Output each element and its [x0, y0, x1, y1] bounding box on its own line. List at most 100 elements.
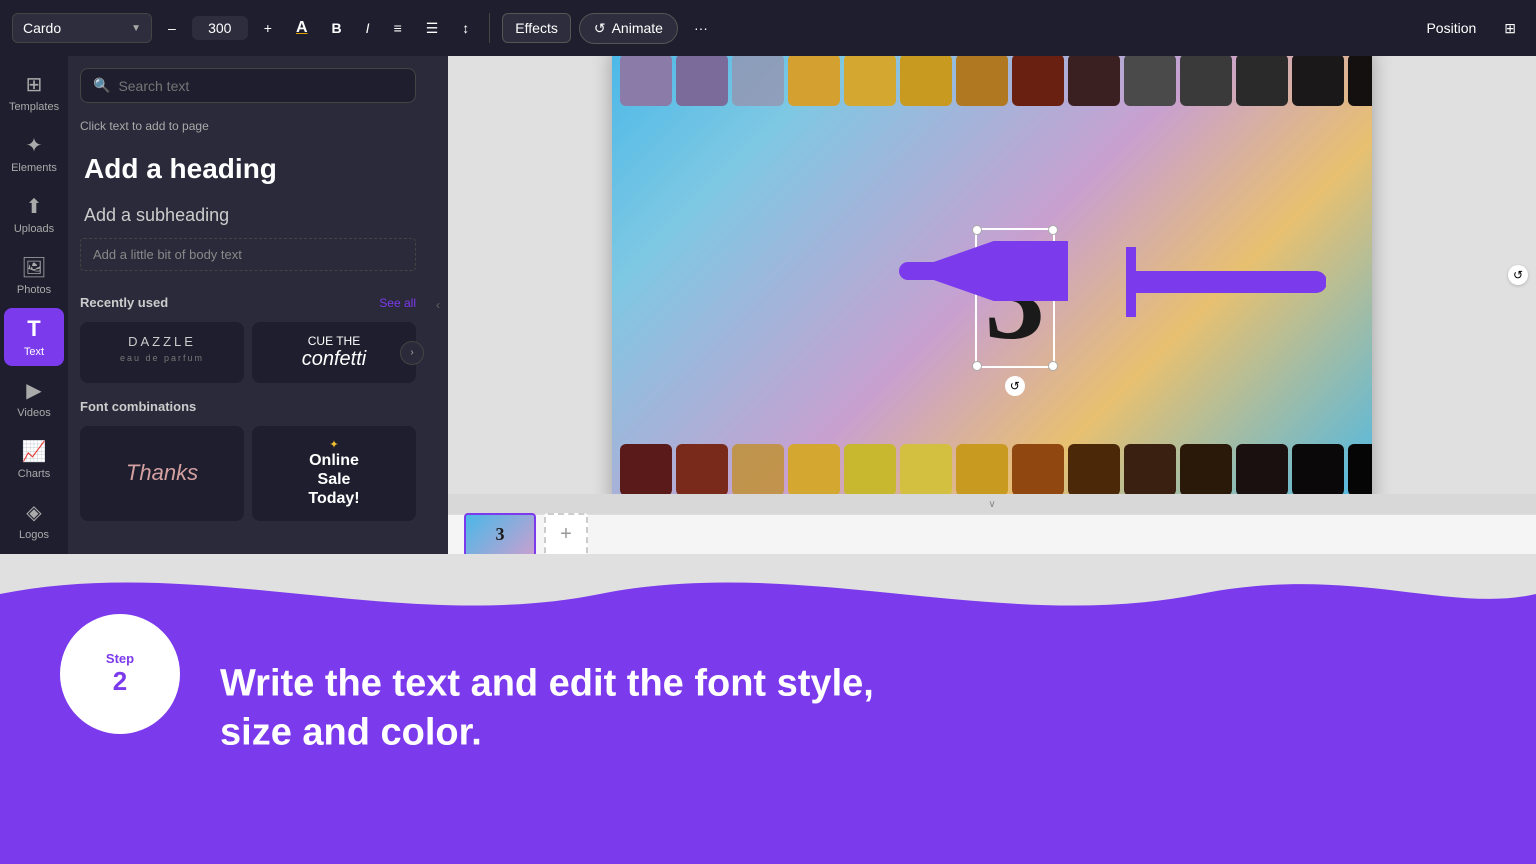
align-button[interactable]: ≡ [386, 14, 410, 42]
rotate-handle[interactable]: ↺ [1005, 376, 1025, 396]
film-cell [900, 56, 952, 106]
sidebar-item-label: Charts [18, 468, 50, 480]
collapse-panel-button[interactable]: ‹ [428, 56, 448, 554]
font-size-control [192, 16, 248, 40]
sidebar-item-label: Uploads [14, 223, 54, 235]
separator [489, 13, 490, 43]
sidebar-item-charts[interactable]: 📈 Charts [4, 431, 64, 488]
film-cell [1012, 56, 1064, 106]
sidebar-item-templates[interactable]: ⊞ Templates [4, 64, 64, 121]
resize-handle-tr[interactable] [1048, 225, 1058, 235]
font-name-label: Cardo [23, 20, 61, 36]
canvas-expand-bar[interactable]: ∨ [448, 494, 1536, 514]
font-preview-confetti[interactable]: CUE THE confetti [252, 322, 416, 383]
bottom-text-line2: size and color. [220, 712, 482, 754]
film-cell [620, 56, 672, 106]
sidebar-item-label: Videos [17, 407, 50, 419]
font-combo-2[interactable]: ✦ Online Sale Today! [252, 426, 416, 521]
bold-icon: B [332, 20, 342, 36]
film-cell [788, 56, 840, 106]
film-cell [1292, 56, 1344, 106]
elements-icon: ✦ [26, 133, 43, 158]
sidebar-item-logos[interactable]: ◈ Logos [4, 492, 64, 549]
spacing-icon: ↕ [462, 20, 469, 36]
film-cell [732, 56, 784, 106]
increase-font-size-button[interactable]: + [256, 14, 280, 42]
film-cell [1124, 444, 1176, 494]
font-confetti-line2: confetti [264, 348, 404, 371]
charts-icon: 📈 [22, 439, 47, 464]
page-thumbnail-1[interactable]: 3 [464, 513, 536, 555]
font-dazzle-sub-text: eau de parfum [92, 353, 232, 363]
film-cell [900, 444, 952, 494]
sidebar-item-videos[interactable]: ▶ Videos [4, 370, 64, 427]
font-confetti-line1: CUE THE [264, 334, 404, 348]
animate-label: Animate [612, 20, 663, 36]
position-button[interactable]: Position [1418, 14, 1484, 42]
sidebar-item-text[interactable]: T Text [4, 308, 64, 366]
text-color-icon: A [296, 19, 308, 37]
canvas-area: 3 ↺ ↺ [448, 56, 1536, 554]
grid-icon: ⊞ [1504, 20, 1516, 37]
film-strip-bottom [612, 435, 1372, 494]
film-cell [1012, 444, 1064, 494]
click-hint: Click text to add to page [80, 119, 416, 133]
bold-button[interactable]: B [324, 14, 350, 42]
more-icon: ··· [694, 20, 708, 36]
combo-star: ✦ [308, 438, 359, 451]
add-subheading-button[interactable]: Add a subheading [80, 197, 416, 234]
film-cell [956, 56, 1008, 106]
recently-used-grid: DAZZLE eau de parfum CUE THE confetti › [80, 322, 416, 383]
collapse-icon: ‹ [436, 298, 440, 312]
font-color-button[interactable]: A [288, 13, 316, 43]
main-layout: ⊞ Templates ✦ Elements ⬆ Uploads 🖼 Photo… [0, 56, 1536, 554]
page-number-label: 3 [496, 524, 505, 545]
next-fonts-button[interactable]: › [400, 341, 424, 365]
italic-button[interactable]: I [358, 14, 378, 42]
step-label: Step [106, 651, 134, 666]
film-cell [1348, 56, 1372, 106]
see-all-button[interactable]: See all [379, 296, 416, 310]
resize-handle-tl[interactable] [972, 225, 982, 235]
film-cell [676, 444, 728, 494]
font-preview-dazzle[interactable]: DAZZLE eau de parfum [80, 322, 244, 383]
share-options-button[interactable]: ⊞ [1496, 14, 1524, 43]
sidebar-item-photos[interactable]: 🖼 Photos [4, 247, 64, 304]
film-cell [1180, 444, 1232, 494]
font-combo-1[interactable]: Thanks [80, 426, 244, 521]
spacing-button[interactable]: ↕ [454, 14, 477, 42]
canvas-refresh-button[interactable]: ↺ [1508, 265, 1528, 285]
font-size-input[interactable] [200, 20, 240, 36]
font-dazzle-text: DAZZLE [92, 334, 232, 349]
font-selector[interactable]: Cardo ▼ [12, 13, 152, 43]
decrease-font-size-button[interactable]: – [160, 14, 184, 42]
templates-icon: ⊞ [26, 72, 43, 97]
combo-script-text: Thanks [126, 460, 198, 486]
sidebar-item-elements[interactable]: ✦ Elements [4, 125, 64, 182]
chevron-down-icon: ▼ [131, 23, 141, 34]
top-toolbar: Cardo ▼ – + A B I ≡ ☰ ↕ Effects ↺ Animat… [0, 0, 1536, 56]
search-input[interactable] [118, 78, 403, 94]
film-cell [1236, 444, 1288, 494]
animate-button[interactable]: ↺ Animate [579, 13, 678, 44]
chevron-down-icon: ∨ [988, 499, 995, 510]
add-body-button[interactable]: Add a little bit of body text [80, 238, 416, 271]
effects-button[interactable]: Effects [502, 13, 571, 43]
sidebar-item-label: Templates [9, 101, 59, 113]
resize-handle-bl[interactable] [972, 361, 982, 371]
film-cell [956, 444, 1008, 494]
photos-icon: 🖼 [21, 255, 46, 280]
list-button[interactable]: ☰ [418, 14, 447, 43]
film-cell [788, 444, 840, 494]
film-cell [1068, 444, 1120, 494]
list-icon: ☰ [426, 20, 439, 37]
resize-handle-br[interactable] [1048, 361, 1058, 371]
more-options-button[interactable]: ··· [686, 14, 716, 42]
sidebar-item-uploads[interactable]: ⬆ Uploads [4, 186, 64, 243]
add-heading-button[interactable]: Add a heading [80, 145, 416, 193]
font-combinations-grid: Thanks ✦ Online Sale Today! [80, 426, 416, 521]
search-icon: 🔍 [93, 77, 110, 94]
text-icon: T [27, 316, 40, 342]
add-page-button[interactable]: + [544, 513, 588, 555]
font-combinations-title: Font combinations [80, 399, 416, 414]
